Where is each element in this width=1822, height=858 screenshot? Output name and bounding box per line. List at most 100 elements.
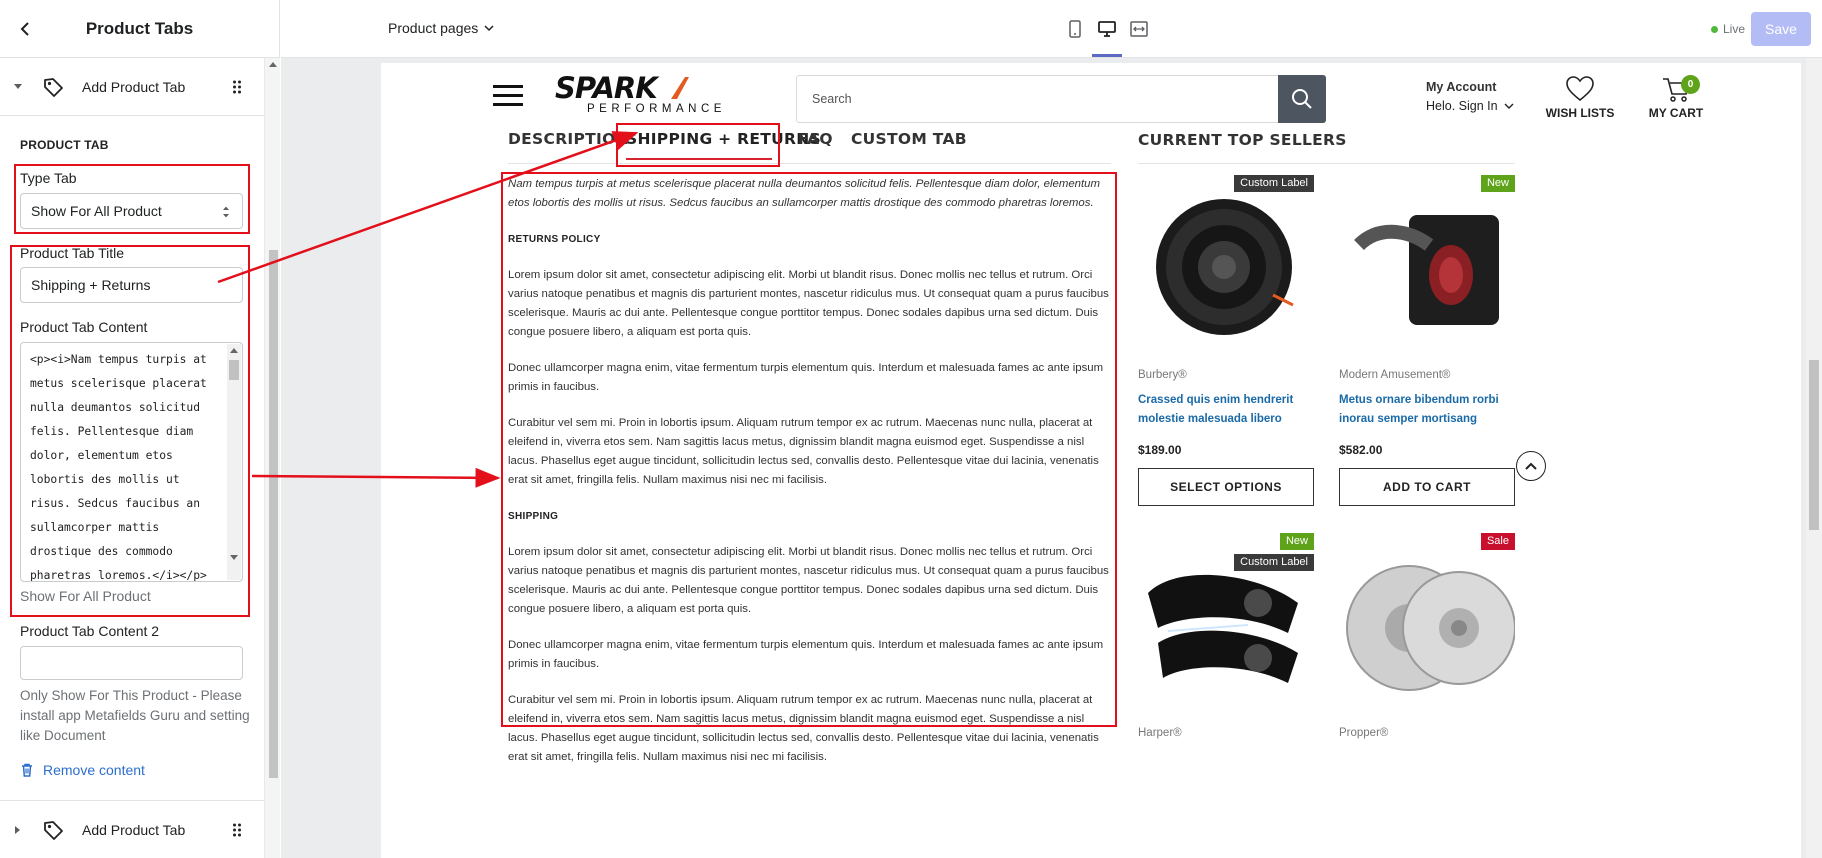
remove-content-label: Remove content <box>43 762 145 778</box>
store-search[interactable]: Search <box>796 75 1326 123</box>
add-to-cart-button[interactable]: ADD TO CART <box>1339 468 1515 506</box>
scroll-up-arrow-icon[interactable] <box>269 62 277 67</box>
expand-horizontal-icon <box>1130 21 1148 37</box>
product-vendor: Burbery® <box>1138 369 1187 381</box>
intro-paragraph: Nam tempus turpis at metus scelerisque p… <box>508 178 1100 209</box>
divider <box>1138 163 1515 164</box>
type-tab-label: Type Tab <box>20 170 77 186</box>
help-text: Only Show For This Product - Please inst… <box>20 688 250 743</box>
trash-icon <box>22 763 32 777</box>
wish-lists-label: WISH LISTS <box>1545 106 1615 120</box>
account-sign-in: Helo. Sign In <box>1426 99 1498 113</box>
fullscreen-view-button[interactable] <box>1128 18 1150 40</box>
sidebar-scrollbar[interactable] <box>264 58 280 858</box>
product-image-brake-rotors <box>1346 565 1515 691</box>
cart-count-badge: 0 <box>1681 75 1700 94</box>
preview-canvas: SPARK PERFORMANCE Search My Account Helo… <box>281 58 1822 858</box>
wish-lists-link[interactable]: WISH LISTS <box>1545 75 1615 120</box>
tag-icon <box>44 77 63 97</box>
content-paragraph: Curabitur vel sem mi. Proin in lobortis … <box>508 694 1099 763</box>
section-title: PRODUCT TAB <box>20 138 109 152</box>
page-picker-label: Product pages <box>388 20 479 36</box>
live-dot-icon <box>1711 25 1718 33</box>
tab-title-input[interactable]: Shipping + Returns <box>20 267 243 303</box>
product-tabs: DESCRIPTION SHIPPING + RETURNS FAQ CUSTO… <box>508 130 1111 164</box>
preview-scrollbar[interactable] <box>1806 58 1822 858</box>
returns-policy-heading: RETURNS POLICY <box>508 234 601 245</box>
account-title: My Account <box>1426 80 1497 94</box>
save-button[interactable]: Save <box>1751 12 1811 46</box>
tab-content: Nam tempus turpis at metus scelerisque p… <box>508 175 1113 784</box>
scroll-down-arrow-icon[interactable] <box>230 555 238 560</box>
tab-title-label: Product Tab Title <box>20 245 125 261</box>
product-title[interactable]: Metus ornare bibendum rorbi inorau sempe… <box>1339 391 1514 429</box>
product-price: $582.00 <box>1339 443 1383 457</box>
scroll-thumb[interactable] <box>229 360 239 380</box>
shipping-heading: SHIPPING <box>508 511 559 522</box>
store-logo[interactable]: SPARK PERFORMANCE <box>553 71 731 119</box>
block-add-product-tab-collapsed[interactable]: Add Product Tab <box>0 800 264 858</box>
top-toolbar: Product pages Live Save <box>281 0 1822 58</box>
caret-down-icon[interactable] <box>12 81 24 93</box>
tab-custom[interactable]: CUSTOM TAB <box>851 130 967 148</box>
desktop-view-button[interactable] <box>1096 18 1118 40</box>
account-menu[interactable]: My Account Helo. Sign In <box>1426 80 1514 113</box>
sidebar-header: Product Tabs <box>0 0 279 58</box>
block-add-product-tab-expanded[interactable]: Add Product Tab <box>0 58 264 116</box>
select-options-button[interactable]: SELECT OPTIONS <box>1138 468 1314 506</box>
product-badge-custom: Custom Label <box>1234 554 1314 571</box>
scroll-up-arrow-icon[interactable] <box>230 348 238 353</box>
product-badge: Custom Label <box>1234 175 1314 192</box>
tab-content-textarea[interactable]: <p><i>Nam tempus turpis at metus sceleri… <box>20 342 243 582</box>
tag-icon <box>44 820 63 840</box>
back-arrow-icon[interactable] <box>12 16 38 42</box>
mobile-view-button[interactable] <box>1064 18 1086 40</box>
block-label: Add Product Tab <box>82 78 186 95</box>
content-paragraph: Lorem ipsum dolor sit amet, consectetur … <box>508 269 1109 338</box>
active-view-indicator <box>1092 54 1122 57</box>
live-label: Live <box>1723 22 1746 36</box>
search-button[interactable] <box>1278 75 1326 123</box>
back-to-top-button[interactable] <box>1516 451 1546 481</box>
sidebar-title: Product Tabs <box>85 18 194 38</box>
tab-content-2-label: Product Tab Content 2 <box>20 623 160 639</box>
product-price: $189.00 <box>1138 443 1182 457</box>
spark-logo-mark: SPARK <box>555 71 689 105</box>
tab-faq[interactable]: FAQ <box>798 130 833 148</box>
tab-description[interactable]: DESCRIPTION <box>508 130 629 148</box>
product-vendor: Modern Amusement® <box>1339 369 1451 381</box>
cart-label: MY CART <box>1648 106 1704 120</box>
editor-sidebar: Product Tabs Add Product Tab PRODUCT TAB… <box>0 0 280 858</box>
content-paragraph: Donec ullamcorper magna enim, vitae ferm… <box>508 639 1104 670</box>
remove-content-button[interactable]: Remove content <box>20 762 145 778</box>
tab-content-code: <p><i>Nam tempus turpis at metus sceleri… <box>30 353 207 582</box>
chevron-up-icon <box>1525 462 1537 470</box>
type-tab-select[interactable]: Show For All Product <box>20 193 243 229</box>
caret-right-icon[interactable] <box>12 824 24 836</box>
product-title[interactable]: Crassed quis enim hendrerit molestie mal… <box>1138 391 1313 429</box>
sidebar-scroll-thumb[interactable] <box>269 250 278 778</box>
cart-link[interactable]: 0 MY CART <box>1641 75 1711 120</box>
heart-icon <box>1566 76 1594 102</box>
chevron-down-icon <box>484 25 494 32</box>
drag-handle-icon[interactable] <box>232 823 242 837</box>
theme-editor: Product Tabs Add Product Tab PRODUCT TAB… <box>0 0 1822 858</box>
product-vendor: Propper® <box>1339 727 1389 739</box>
tab-shipping-returns[interactable]: SHIPPING + RETURNS <box>626 130 821 148</box>
show-for-all-hint: Show For All Product <box>20 588 151 604</box>
tab-content-label: Product Tab Content <box>20 319 148 335</box>
preview-scroll-thumb[interactable] <box>1809 360 1819 530</box>
page-picker[interactable]: Product pages <box>388 20 494 36</box>
drag-handle-icon[interactable] <box>232 80 242 94</box>
hamburger-menu-icon[interactable] <box>493 85 523 109</box>
top-sellers-title: CURRENT TOP SELLERS <box>1138 131 1347 149</box>
tab-content-2-input[interactable] <box>20 646 243 680</box>
storefront-preview: SPARK PERFORMANCE Search My Account Helo… <box>381 63 1801 858</box>
live-status: Live <box>1711 22 1745 36</box>
product-badge-new: New <box>1279 533 1314 550</box>
search-placeholder: Search <box>812 92 852 106</box>
logo-subtitle: PERFORMANCE <box>587 103 726 115</box>
content-paragraph: Donec ullamcorper magna enim, vitae ferm… <box>508 362 1104 393</box>
textarea-scrollbar[interactable] <box>227 344 241 580</box>
type-tab-selected-value: Show For All Product <box>31 203 162 219</box>
